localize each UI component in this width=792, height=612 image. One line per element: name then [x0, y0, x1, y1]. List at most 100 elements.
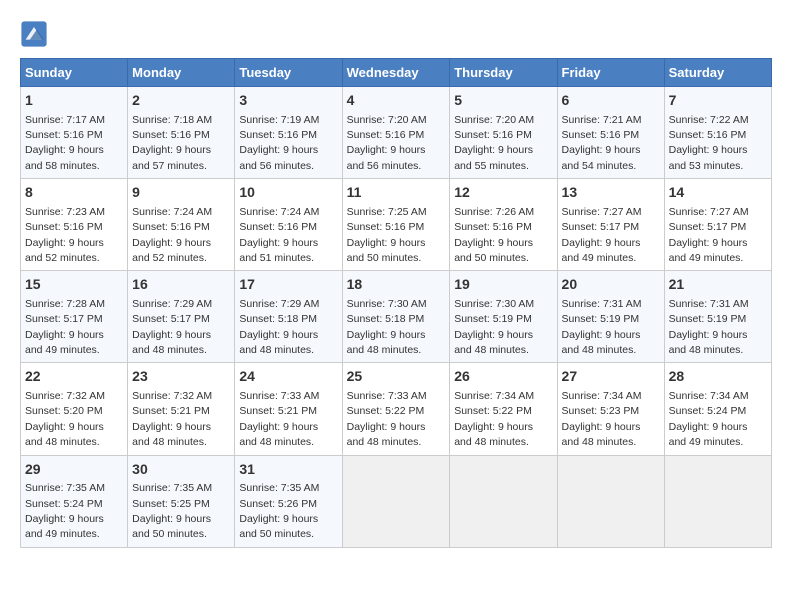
day-number: 27 — [562, 367, 660, 387]
calendar-day-cell: 1 Sunrise: 7:17 AMSunset: 5:16 PMDaylight… — [21, 87, 128, 179]
calendar-day-cell: 19Sunrise: 7:30 AMSunset: 5:19 PMDayligh… — [450, 271, 557, 363]
day-number: 4 — [347, 91, 446, 111]
calendar-week-row: 29Sunrise: 7:35 AMSunset: 5:24 PMDayligh… — [21, 455, 772, 547]
calendar-day-cell — [557, 455, 664, 547]
day-info: Sunrise: 7:25 AMSunset: 5:16 PMDaylight:… — [347, 206, 427, 264]
day-number: 7 — [669, 91, 767, 111]
calendar-day-cell: 30Sunrise: 7:35 AMSunset: 5:25 PMDayligh… — [128, 455, 235, 547]
day-number: 17 — [239, 275, 337, 295]
calendar-day-cell: 15Sunrise: 7:28 AMSunset: 5:17 PMDayligh… — [21, 271, 128, 363]
day-number: 18 — [347, 275, 446, 295]
calendar-day-cell: 31Sunrise: 7:35 AMSunset: 5:26 PMDayligh… — [235, 455, 342, 547]
calendar-week-row: 15Sunrise: 7:28 AMSunset: 5:17 PMDayligh… — [21, 271, 772, 363]
day-number: 5 — [454, 91, 552, 111]
day-info: Sunrise: 7:24 AMSunset: 5:16 PMDaylight:… — [239, 206, 319, 264]
weekday-header-cell: Friday — [557, 59, 664, 87]
day-number: 11 — [347, 183, 446, 203]
day-number: 10 — [239, 183, 337, 203]
day-number: 29 — [25, 460, 123, 480]
day-info: Sunrise: 7:27 AMSunset: 5:17 PMDaylight:… — [669, 206, 749, 264]
day-info: Sunrise: 7:29 AMSunset: 5:18 PMDaylight:… — [239, 298, 319, 356]
day-number: 21 — [669, 275, 767, 295]
day-info: Sunrise: 7:35 AMSunset: 5:25 PMDaylight:… — [132, 482, 212, 540]
calendar-day-cell: 14 Sunrise: 7:27 AMSunset: 5:17 PMDayligh… — [664, 179, 771, 271]
calendar-week-row: 8 Sunrise: 7:23 AMSunset: 5:16 PMDaylight… — [21, 179, 772, 271]
calendar-day-cell: 9 Sunrise: 7:24 AMSunset: 5:16 PMDaylight… — [128, 179, 235, 271]
day-info: Sunrise: 7:20 AMSunset: 5:16 PMDaylight:… — [347, 114, 427, 172]
day-info: Sunrise: 7:21 AMSunset: 5:16 PMDaylight:… — [562, 114, 642, 172]
day-number: 20 — [562, 275, 660, 295]
day-info: Sunrise: 7:18 AMSunset: 5:16 PMDaylight:… — [132, 114, 212, 172]
day-number: 14 — [669, 183, 767, 203]
calendar-day-cell: 2 Sunrise: 7:18 AMSunset: 5:16 PMDaylight… — [128, 87, 235, 179]
day-info: Sunrise: 7:30 AMSunset: 5:18 PMDaylight:… — [347, 298, 427, 356]
calendar-body: 1 Sunrise: 7:17 AMSunset: 5:16 PMDaylight… — [21, 87, 772, 548]
day-info: Sunrise: 7:27 AMSunset: 5:17 PMDaylight:… — [562, 206, 642, 264]
calendar-day-cell: 10 Sunrise: 7:24 AMSunset: 5:16 PMDayligh… — [235, 179, 342, 271]
calendar-day-cell: 13 Sunrise: 7:27 AMSunset: 5:17 PMDayligh… — [557, 179, 664, 271]
calendar-day-cell: 18 Sunrise: 7:30 AMSunset: 5:18 PMDayligh… — [342, 271, 450, 363]
day-info: Sunrise: 7:31 AMSunset: 5:19 PMDaylight:… — [562, 298, 642, 356]
day-number: 22 — [25, 367, 123, 387]
day-number: 26 — [454, 367, 552, 387]
day-number: 23 — [132, 367, 230, 387]
day-number: 16 — [132, 275, 230, 295]
weekday-header-row: SundayMondayTuesdayWednesdayThursdayFrid… — [21, 59, 772, 87]
day-number: 3 — [239, 91, 337, 111]
calendar-day-cell: 8 Sunrise: 7:23 AMSunset: 5:16 PMDaylight… — [21, 179, 128, 271]
page-header — [20, 20, 772, 48]
day-number: 2 — [132, 91, 230, 111]
calendar-day-cell: 28 Sunrise: 7:34 AMSunset: 5:24 PMDayligh… — [664, 363, 771, 455]
day-info: Sunrise: 7:29 AMSunset: 5:17 PMDaylight:… — [132, 298, 212, 356]
day-info: Sunrise: 7:32 AMSunset: 5:21 PMDaylight:… — [132, 390, 212, 448]
day-number: 28 — [669, 367, 767, 387]
day-number: 1 — [25, 91, 123, 111]
calendar-day-cell — [342, 455, 450, 547]
calendar-day-cell: 7 Sunrise: 7:22 AMSunset: 5:16 PMDaylight… — [664, 87, 771, 179]
calendar-day-cell: 24Sunrise: 7:33 AMSunset: 5:21 PMDayligh… — [235, 363, 342, 455]
calendar-day-cell: 12Sunrise: 7:26 AMSunset: 5:16 PMDayligh… — [450, 179, 557, 271]
calendar-day-cell: 4 Sunrise: 7:20 AMSunset: 5:16 PMDaylight… — [342, 87, 450, 179]
day-info: Sunrise: 7:35 AMSunset: 5:26 PMDaylight:… — [239, 482, 319, 540]
weekday-header-cell: Saturday — [664, 59, 771, 87]
day-info: Sunrise: 7:34 AMSunset: 5:24 PMDaylight:… — [669, 390, 749, 448]
weekday-header-cell: Monday — [128, 59, 235, 87]
day-number: 30 — [132, 460, 230, 480]
day-number: 8 — [25, 183, 123, 203]
calendar-day-cell: 22 Sunrise: 7:32 AMSunset: 5:20 PMDayligh… — [21, 363, 128, 455]
calendar-table: SundayMondayTuesdayWednesdayThursdayFrid… — [20, 58, 772, 548]
calendar-week-row: 1 Sunrise: 7:17 AMSunset: 5:16 PMDaylight… — [21, 87, 772, 179]
calendar-day-cell: 20 Sunrise: 7:31 AMSunset: 5:19 PMDayligh… — [557, 271, 664, 363]
calendar-day-cell: 17 Sunrise: 7:29 AMSunset: 5:18 PMDayligh… — [235, 271, 342, 363]
day-info: Sunrise: 7:33 AMSunset: 5:21 PMDaylight:… — [239, 390, 319, 448]
day-number: 13 — [562, 183, 660, 203]
calendar-day-cell: 25Sunrise: 7:33 AMSunset: 5:22 PMDayligh… — [342, 363, 450, 455]
day-info: Sunrise: 7:35 AMSunset: 5:24 PMDaylight:… — [25, 482, 105, 540]
weekday-header-cell: Thursday — [450, 59, 557, 87]
logo — [20, 20, 52, 48]
day-info: Sunrise: 7:23 AMSunset: 5:16 PMDaylight:… — [25, 206, 105, 264]
calendar-day-cell: 3 Sunrise: 7:19 AMSunset: 5:16 PMDaylight… — [235, 87, 342, 179]
day-info: Sunrise: 7:24 AMSunset: 5:16 PMDaylight:… — [132, 206, 212, 264]
day-number: 9 — [132, 183, 230, 203]
day-info: Sunrise: 7:32 AMSunset: 5:20 PMDaylight:… — [25, 390, 105, 448]
weekday-header-cell: Wednesday — [342, 59, 450, 87]
day-info: Sunrise: 7:22 AMSunset: 5:16 PMDaylight:… — [669, 114, 749, 172]
calendar-day-cell — [664, 455, 771, 547]
weekday-header-cell: Tuesday — [235, 59, 342, 87]
calendar-day-cell: 21 Sunrise: 7:31 AMSunset: 5:19 PMDayligh… — [664, 271, 771, 363]
day-number: 19 — [454, 275, 552, 295]
calendar-day-cell: 16 Sunrise: 7:29 AMSunset: 5:17 PMDayligh… — [128, 271, 235, 363]
day-info: Sunrise: 7:19 AMSunset: 5:16 PMDaylight:… — [239, 114, 319, 172]
day-info: Sunrise: 7:31 AMSunset: 5:19 PMDaylight:… — [669, 298, 749, 356]
calendar-day-cell: 6Sunrise: 7:21 AMSunset: 5:16 PMDaylight… — [557, 87, 664, 179]
calendar-day-cell — [450, 455, 557, 547]
calendar-day-cell: 27 Sunrise: 7:34 AMSunset: 5:23 PMDayligh… — [557, 363, 664, 455]
calendar-week-row: 22 Sunrise: 7:32 AMSunset: 5:20 PMDayligh… — [21, 363, 772, 455]
day-info: Sunrise: 7:26 AMSunset: 5:16 PMDaylight:… — [454, 206, 534, 264]
day-info: Sunrise: 7:34 AMSunset: 5:23 PMDaylight:… — [562, 390, 642, 448]
day-info: Sunrise: 7:17 AMSunset: 5:16 PMDaylight:… — [25, 114, 105, 172]
calendar-day-cell: 23 Sunrise: 7:32 AMSunset: 5:21 PMDayligh… — [128, 363, 235, 455]
day-info: Sunrise: 7:34 AMSunset: 5:22 PMDaylight:… — [454, 390, 534, 448]
calendar-day-cell: 29Sunrise: 7:35 AMSunset: 5:24 PMDayligh… — [21, 455, 128, 547]
